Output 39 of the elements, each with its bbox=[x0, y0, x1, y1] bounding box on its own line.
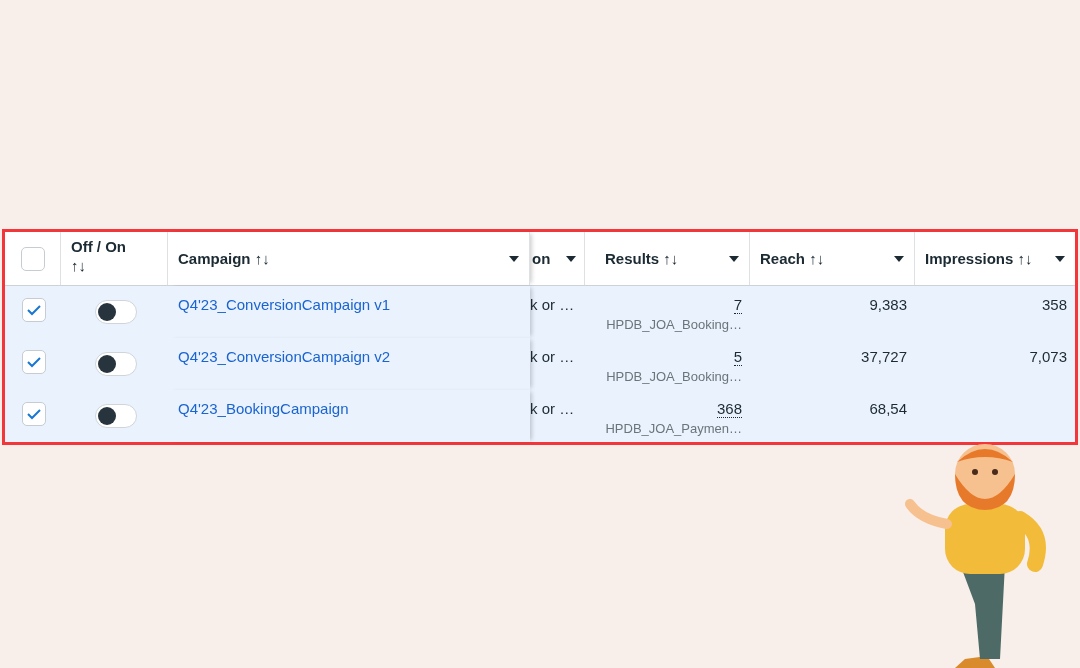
column-header[interactable]: Impressions ↑↓ bbox=[925, 250, 1033, 267]
table-cell: 358 bbox=[1041, 296, 1067, 313]
checkmark-icon bbox=[26, 356, 42, 368]
column-header[interactable]: Reach ↑↓ bbox=[760, 250, 825, 267]
dropdown-caret-icon[interactable] bbox=[509, 255, 519, 262]
campaign-link[interactable]: Q4'23_BookingCampaign bbox=[178, 400, 349, 417]
dropdown-caret-icon[interactable] bbox=[729, 255, 739, 262]
result-description: HPDB_JOA_Booking… bbox=[605, 369, 742, 384]
checkmark-icon bbox=[26, 304, 42, 316]
checkbox[interactable] bbox=[22, 402, 46, 426]
table-cell: k or … bbox=[530, 400, 575, 417]
table-cell: 68,54 bbox=[869, 400, 907, 417]
result-value[interactable]: 5 bbox=[733, 348, 742, 366]
table-cell: k or … bbox=[530, 296, 575, 313]
toggle-switch[interactable] bbox=[94, 404, 137, 428]
toggle-switch[interactable] bbox=[94, 300, 137, 324]
table-cell: 7,073 bbox=[1029, 348, 1067, 365]
result-value[interactable]: 7 bbox=[733, 296, 742, 314]
result-value[interactable]: 368 bbox=[716, 400, 742, 418]
dropdown-caret-icon[interactable] bbox=[566, 255, 576, 262]
column-header[interactable]: Campaign ↑↓ bbox=[178, 250, 270, 267]
checkbox[interactable] bbox=[20, 246, 45, 271]
table-cell: 37,727 bbox=[861, 348, 907, 365]
checkmark-icon bbox=[26, 408, 42, 420]
campaign-link[interactable]: Q4'23_ConversionCampaign v2 bbox=[178, 348, 391, 365]
table-cell: k or … bbox=[530, 348, 575, 365]
column-header[interactable]: on bbox=[532, 250, 551, 267]
column-header[interactable]: Results ↑↓ bbox=[605, 250, 679, 267]
dropdown-caret-icon[interactable] bbox=[1055, 255, 1065, 262]
result-description: HPDB_JOA_Paymen… bbox=[604, 421, 742, 436]
toggle-switch[interactable] bbox=[94, 352, 137, 376]
sort-icon[interactable]: ↑↓ bbox=[71, 257, 86, 274]
dropdown-caret-icon[interactable] bbox=[894, 255, 904, 262]
result-description: HPDB_JOA_Booking… bbox=[605, 317, 742, 332]
checkbox[interactable] bbox=[22, 350, 46, 374]
column-header[interactable]: Off / On bbox=[71, 238, 126, 255]
campaign-link[interactable]: Q4'23_ConversionCampaign v1 bbox=[178, 296, 391, 313]
checkbox[interactable] bbox=[22, 298, 46, 322]
table-cell: 9,383 bbox=[869, 296, 907, 313]
